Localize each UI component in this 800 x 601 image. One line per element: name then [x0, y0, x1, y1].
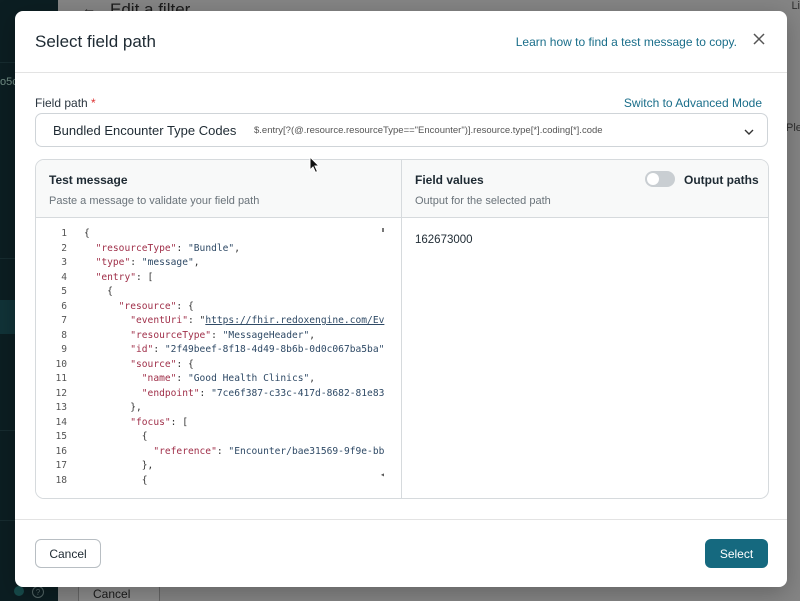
code-line: 12 "endpoint": "7ce6f387-c33c-417d-8682-… — [36, 388, 396, 402]
code-text: "name": "Good Health Clinics", — [141, 373, 316, 384]
code-line: 17 }, — [36, 460, 396, 474]
code-text: "focus": [ — [130, 416, 188, 428]
code-line: 1{ — [36, 228, 396, 242]
line-number: 2 — [61, 242, 67, 254]
modal-header: Select field path Learn how to find a te… — [15, 11, 787, 73]
field-path-label-text: Field path — [35, 96, 88, 110]
code-line: 13 }, — [36, 402, 396, 416]
selected-field-path: $.entry[?(@.resource.resourceType=="Enco… — [254, 125, 603, 136]
field-path-label: Field path * — [35, 96, 96, 110]
code-line: 3 "type": "message", — [36, 257, 396, 271]
code-text: "source": { — [130, 358, 194, 370]
toggle-knob — [647, 173, 659, 185]
close-icon[interactable] — [751, 31, 767, 47]
switch-advanced-mode-link[interactable]: Switch to Advanced Mode — [624, 96, 762, 110]
line-number: 10 — [55, 358, 67, 370]
line-number: 7 — [61, 315, 67, 326]
field-value-output: 162673000 — [415, 234, 473, 246]
line-number: 8 — [61, 329, 67, 341]
output-paths-toggle[interactable] — [645, 171, 675, 187]
line-number: 18 — [55, 474, 67, 486]
learn-test-message-link[interactable]: Learn how to find a test message to copy… — [516, 35, 737, 49]
code-text: "id": "2f49beef-8f18-4d49-8b6b-0d0c067ba… — [130, 344, 385, 355]
field-values-subtitle: Output for the selected path — [415, 195, 551, 207]
code-line: 8 "resourceType": "MessageHeader", — [36, 330, 396, 344]
test-message-editor[interactable]: ◂ 1{2 "resourceType": "Bundle", 3 "type":… — [36, 218, 401, 498]
code-line: 7 "eventUri": "https://fhir.redoxengine.… — [36, 315, 396, 329]
code-line: 14 "focus": [ — [36, 417, 396, 431]
field-values-panel: Field values Output for the selected pat… — [402, 160, 768, 498]
code-line: 4 "entry": [ — [36, 272, 396, 286]
field-path-select[interactable]: Bundled Encounter Type Codes $.entry[?(@… — [35, 113, 768, 147]
code-text: { — [84, 474, 148, 486]
output-paths-label: Output paths — [684, 173, 759, 187]
code-text: }, — [84, 460, 154, 471]
code-line: 6 "resource": { — [36, 301, 396, 315]
selected-field-name: Bundled Encounter Type Codes — [53, 123, 237, 138]
mouse-cursor-icon — [309, 155, 321, 174]
line-number: 6 — [61, 300, 67, 312]
code-line: 2 "resourceType": "Bundle", — [36, 243, 396, 257]
code-line: 18 { — [36, 475, 396, 489]
line-number: 16 — [55, 445, 67, 457]
line-number: 17 — [55, 460, 67, 471]
line-number: 4 — [61, 271, 67, 283]
code-text: "endpoint": "7ce6f387-c33c-417d-8682-81e… — [141, 387, 385, 399]
code-line: 16 "reference": "Encounter/bae31569-9f9e… — [36, 446, 396, 460]
select-button[interactable]: Select — [705, 539, 768, 568]
code-text: { — [84, 228, 90, 239]
test-panel: Test message Paste a message to validate… — [35, 159, 769, 499]
test-message-subtitle: Paste a message to validate your field p… — [49, 195, 260, 207]
code-text: "reference": "Encounter/bae31569-9f9e-bb — [153, 445, 385, 457]
code-text: "resourceType": "MessageHeader", — [130, 329, 316, 341]
code-text: { — [84, 286, 113, 297]
field-values-header: Field values Output for the selected pat… — [402, 160, 768, 218]
code-line: 15 { — [36, 431, 396, 445]
code-text: "entry": [ — [95, 271, 154, 283]
code-line: 10 "source": { — [36, 359, 396, 373]
code-text: "eventUri": "https://fhir.redoxengine.co… — [130, 315, 385, 326]
line-number: 14 — [55, 416, 67, 428]
test-message-panel: Test message Paste a message to validate… — [36, 160, 402, 498]
line-number: 13 — [55, 402, 67, 413]
code-text: }, — [84, 402, 142, 413]
line-number: 5 — [61, 286, 67, 297]
field-values-title: Field values — [415, 173, 484, 187]
cancel-button[interactable]: Cancel — [35, 539, 101, 568]
code-text: "resourceType": "Bundle", — [95, 242, 240, 254]
test-message-header: Test message Paste a message to validate… — [36, 160, 401, 218]
code-line: 11 "name": "Good Health Clinics", — [36, 373, 396, 387]
select-field-path-modal: Select field path Learn how to find a te… — [15, 11, 787, 587]
line-number: 15 — [55, 431, 67, 442]
line-number: 12 — [55, 387, 67, 399]
code-line: 5 { — [36, 286, 396, 300]
code-text: "type": "message", — [95, 257, 200, 268]
line-number: 11 — [55, 373, 67, 384]
modal-footer: Cancel Select — [15, 519, 787, 587]
code-text: "resource": { — [118, 300, 194, 312]
code-line: 9 "id": "2f49beef-8f18-4d49-8b6b-0d0c067… — [36, 344, 396, 358]
chevron-down-icon — [743, 125, 755, 137]
line-number: 1 — [61, 228, 67, 239]
required-asterisk: * — [91, 96, 96, 110]
line-number: 9 — [61, 344, 67, 355]
test-message-title: Test message — [49, 173, 128, 187]
code-text: { — [84, 431, 148, 442]
modal-title: Select field path — [35, 32, 156, 51]
line-number: 3 — [61, 257, 67, 268]
